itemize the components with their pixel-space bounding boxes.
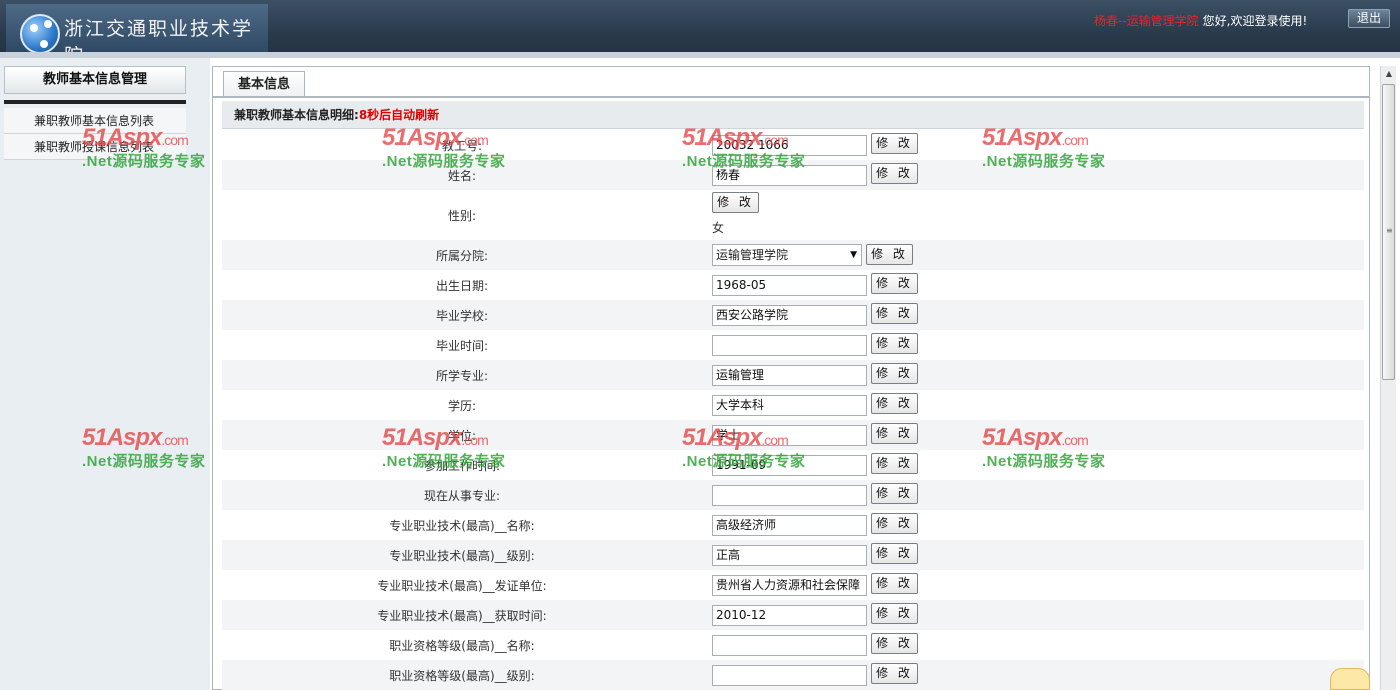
staff-id-input[interactable]: 20032 1066: [712, 135, 867, 156]
form-row-tech-title-issuer: 专业职业技术(最高)__发证单位: 贵州省人力资源和社会保障修 改: [222, 570, 1364, 600]
form-row-tech-title-date: 专业职业技术(最高)__获取时间: 2010-12 修 改: [222, 600, 1364, 630]
college-select[interactable]: 运输管理学院 ▼: [712, 244, 862, 266]
form-row-qual-level: 职业资格等级(最高)__级别: 修 改: [222, 660, 1364, 690]
tech-title-level-label: 专业职业技术(最高)__级别:: [389, 549, 535, 563]
sidebar-item-teacher-list[interactable]: 兼职教师基本信息列表: [4, 108, 186, 134]
education-edit-button[interactable]: 修 改: [871, 393, 918, 414]
scroll-thumb[interactable]: ≡: [1382, 84, 1395, 380]
education-input[interactable]: 大学本科: [712, 395, 867, 416]
grad-school-edit-button[interactable]: 修 改: [871, 303, 918, 324]
qual-level-label: 职业资格等级(最高)__级别:: [389, 669, 535, 683]
college-edit-button[interactable]: 修 改: [866, 244, 913, 265]
form-row-education: 学历: 大学本科修 改: [222, 390, 1364, 420]
college-label: 所属分院:: [435, 249, 489, 263]
staff-id-label: 教工号:: [441, 139, 483, 153]
tech-title-level-edit-button[interactable]: 修 改: [871, 543, 918, 564]
degree-input[interactable]: 学士: [712, 425, 867, 446]
sidebar: 教师基本信息管理 兼职教师基本信息列表 兼职教师授课信息列表: [0, 58, 210, 690]
form-row-current-major: 现在从事专业: 修 改: [222, 480, 1364, 510]
major-edit-button[interactable]: 修 改: [871, 363, 918, 384]
grad-school-label: 毕业学校:: [435, 309, 489, 323]
tech-title-issuer-input[interactable]: 贵州省人力资源和社会保障: [712, 575, 867, 596]
birth-date-edit-button[interactable]: 修 改: [871, 273, 918, 294]
gender-edit-button[interactable]: 修 改: [712, 192, 759, 213]
tech-title-name-label: 专业职业技术(最高)__名称:: [389, 519, 535, 533]
form-row-major: 所学专业: 运输管理修 改: [222, 360, 1364, 390]
gender-label: 性别:: [447, 209, 477, 223]
current-major-input[interactable]: [712, 485, 867, 506]
grad-time-label: 毕业时间:: [435, 339, 489, 353]
work-start-input[interactable]: 1991-09: [712, 455, 867, 476]
name-input[interactable]: 杨春: [712, 165, 867, 186]
form-row-college: 所属分院: 运输管理学院 ▼ 修 改: [222, 240, 1364, 270]
education-label: 学历:: [447, 399, 477, 413]
degree-edit-button[interactable]: 修 改: [871, 423, 918, 444]
work-start-label: 参加工作时间:: [423, 459, 501, 473]
form-row-tech-title-level: 专业职业技术(最高)__级别: 正高修 改: [222, 540, 1364, 570]
sidebar-title[interactable]: 教师基本信息管理: [4, 66, 186, 94]
user-name: 杨春--运输管理学院: [1094, 14, 1199, 28]
name-label: 姓名:: [447, 169, 477, 183]
degree-label: 学位:: [447, 429, 477, 443]
form-row-birth-date: 出生日期: 1968-05 修 改: [222, 270, 1364, 300]
tab-basic-info[interactable]: 基本信息: [223, 71, 305, 97]
form-row-work-start: 参加工作时间: 1991-09 修 改: [222, 450, 1364, 480]
logo-area: 浙江交通职业技术学院: [6, 4, 268, 67]
name-edit-button[interactable]: 修 改: [871, 163, 918, 184]
chevron-down-icon[interactable]: ▼: [850, 245, 857, 265]
vertical-scrollbar[interactable]: ▲ ≡: [1380, 66, 1396, 690]
work-start-edit-button[interactable]: 修 改: [871, 453, 918, 474]
form-row-name: 姓名: 杨春修 改: [222, 160, 1364, 190]
current-major-edit-button[interactable]: 修 改: [871, 483, 918, 504]
refresh-countdown: 8秒后自动刷新: [358, 108, 440, 122]
form-row-grad-time: 毕业时间: 修 改: [222, 330, 1364, 360]
form-row-grad-school: 毕业学校: 西安公路学院修 改: [222, 300, 1364, 330]
header-bar: 浙江交通职业技术学院 杨春--运输管理学院您好,欢迎登录使用! 退出: [0, 0, 1400, 67]
tech-title-date-input[interactable]: 2010-12: [712, 605, 867, 626]
current-major-label: 现在从事专业:: [423, 489, 501, 503]
user-greeting: 杨春--运输管理学院 您好,欢迎登录使用!: [1094, 12, 1307, 29]
qual-level-edit-button[interactable]: 修 改: [871, 663, 918, 684]
main-panel: 基本信息 兼职教师基本信息明细:8秒后自动刷新 教工号: 20032 1066 修 …: [212, 66, 1370, 690]
birth-date-label: 出生日期:: [435, 279, 489, 293]
qual-level-input[interactable]: [712, 665, 867, 686]
scroll-up-icon[interactable]: ▲: [1381, 66, 1397, 82]
qual-name-edit-button[interactable]: 修 改: [871, 633, 918, 654]
mascot-icon: [1330, 668, 1370, 690]
tech-title-name-edit-button[interactable]: 修 改: [871, 513, 918, 534]
tech-title-date-label: 专业职业技术(最高)__获取时间:: [377, 609, 547, 623]
gender-value: 女: [712, 221, 725, 235]
logout-button[interactable]: 退出: [1348, 9, 1390, 28]
grad-time-input[interactable]: [712, 335, 867, 356]
form-title: 兼职教师基本信息明细:8秒后自动刷新: [222, 101, 1364, 129]
form-row-staff-id: 教工号: 20032 1066 修 改: [222, 130, 1364, 160]
form-row-degree: 学位: 学士修 改: [222, 420, 1364, 450]
form-row-qual-name: 职业资格等级(最高)__名称: 修 改: [222, 630, 1364, 660]
grad-school-input[interactable]: 西安公路学院: [712, 305, 867, 326]
tech-title-name-input[interactable]: 高级经济师: [712, 515, 867, 536]
school-logo-icon: [20, 14, 60, 54]
grad-time-edit-button[interactable]: 修 改: [871, 333, 918, 354]
major-input[interactable]: 运输管理: [712, 365, 867, 386]
welcome-text: 您好,欢迎登录使用!: [1202, 14, 1308, 28]
qual-name-input[interactable]: [712, 635, 867, 656]
tech-title-level-input[interactable]: 正高: [712, 545, 867, 566]
form-row-tech-title-name: 专业职业技术(最高)__名称: 高级经济师修 改: [222, 510, 1364, 540]
birth-date-input[interactable]: 1968-05: [712, 275, 867, 296]
form-row-gender: 性别: 修 改女: [222, 190, 1364, 240]
tech-title-issuer-label: 专业职业技术(最高)__发证单位:: [377, 579, 547, 593]
tech-title-date-edit-button[interactable]: 修 改: [871, 603, 918, 624]
major-label: 所学专业:: [435, 369, 489, 383]
qual-name-label: 职业资格等级(最高)__名称:: [389, 639, 535, 653]
tech-title-issuer-edit-button[interactable]: 修 改: [871, 573, 918, 594]
sidebar-menu: 兼职教师基本信息列表 兼职教师授课信息列表: [4, 108, 186, 160]
staff-id-edit-button[interactable]: 修 改: [871, 133, 918, 154]
sidebar-item-course-list[interactable]: 兼职教师授课信息列表: [4, 134, 186, 160]
